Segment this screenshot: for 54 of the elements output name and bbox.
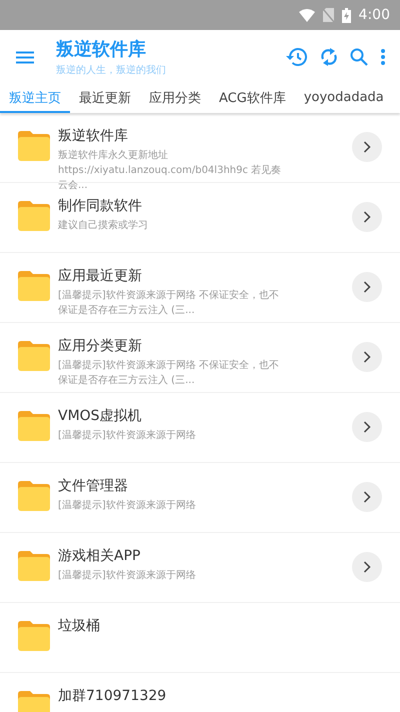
item-title: 垃圾桶	[58, 617, 101, 636]
clock-time: 4:00	[358, 7, 390, 23]
chevron-icon	[363, 141, 371, 153]
wifi-icon	[298, 8, 315, 22]
chevron-icon	[363, 561, 371, 573]
item-title: 游戏相关APP	[58, 547, 142, 566]
chevron-button[interactable]	[352, 272, 382, 302]
folder-icon	[18, 201, 50, 231]
menu-icon[interactable]	[16, 50, 34, 64]
no-sim-icon	[322, 8, 334, 22]
item-description: [温馨提示]软件资源来源于网络	[58, 428, 197, 443]
refresh-icon[interactable]	[320, 47, 338, 67]
tab[interactable]: 应用分类	[140, 84, 210, 113]
battery-charging-icon	[342, 8, 351, 22]
chevron-button[interactable]	[352, 412, 382, 442]
item-description: [温馨提示]软件资源来源于网络 不保证安全，也不保证是否存在三方云注入 (三...	[58, 288, 280, 318]
search-icon[interactable]	[350, 48, 368, 66]
chevron-button[interactable]	[352, 202, 382, 232]
more-icon[interactable]	[380, 48, 386, 66]
tab[interactable]: 最近更新	[70, 84, 140, 113]
history-icon[interactable]	[286, 47, 308, 67]
folder-icon	[18, 271, 50, 301]
item-description: 建议自己摸索或学习	[58, 218, 149, 233]
folder-icon	[18, 551, 50, 581]
chevron-icon	[363, 351, 371, 363]
tab[interactable]: yoyodadada	[294, 84, 393, 113]
item-description: [温馨提示]软件资源来源于网络 不保证安全，也不保证是否存在三方云注入 (三...	[58, 358, 280, 388]
item-title: 加群710971329	[58, 687, 168, 706]
folder-icon	[18, 131, 50, 161]
chevron-button[interactable]	[352, 342, 382, 372]
item-title: 叛逆软件库	[58, 127, 129, 146]
folder-icon	[18, 411, 50, 441]
chevron-icon	[363, 421, 371, 433]
chevron-icon	[363, 491, 371, 503]
item-description: [温馨提示]软件资源来源于网络	[58, 498, 197, 513]
app-title: 叛逆软件库	[56, 38, 147, 61]
chevron-button[interactable]	[352, 552, 382, 582]
item-title: 制作同款软件	[58, 197, 143, 216]
chevron-icon	[363, 281, 371, 293]
folder-icon	[18, 691, 50, 712]
folder-icon	[18, 341, 50, 371]
chevron-button[interactable]	[352, 132, 382, 162]
app-subtitle: 叛逆的人生，叛逆的我们	[56, 64, 167, 77]
item-title: 文件管理器	[58, 477, 129, 496]
item-title: VMOS虚拟机	[58, 407, 143, 426]
item-description: 叛逆软件库永久更新地址 https://xiyatu.lanzouq.com/b04l3hh9c 若见奏云会...	[58, 148, 282, 193]
item-title: 应用分类更新	[58, 337, 143, 356]
chevron-button[interactable]	[352, 482, 382, 512]
item-description: [温馨提示]软件资源来源于网络	[58, 568, 197, 583]
folder-icon	[18, 481, 50, 511]
chevron-icon	[363, 211, 371, 223]
folder-icon	[18, 621, 50, 651]
item-title: 应用最近更新	[58, 267, 143, 286]
tab[interactable]: ACG软件库	[210, 84, 295, 113]
